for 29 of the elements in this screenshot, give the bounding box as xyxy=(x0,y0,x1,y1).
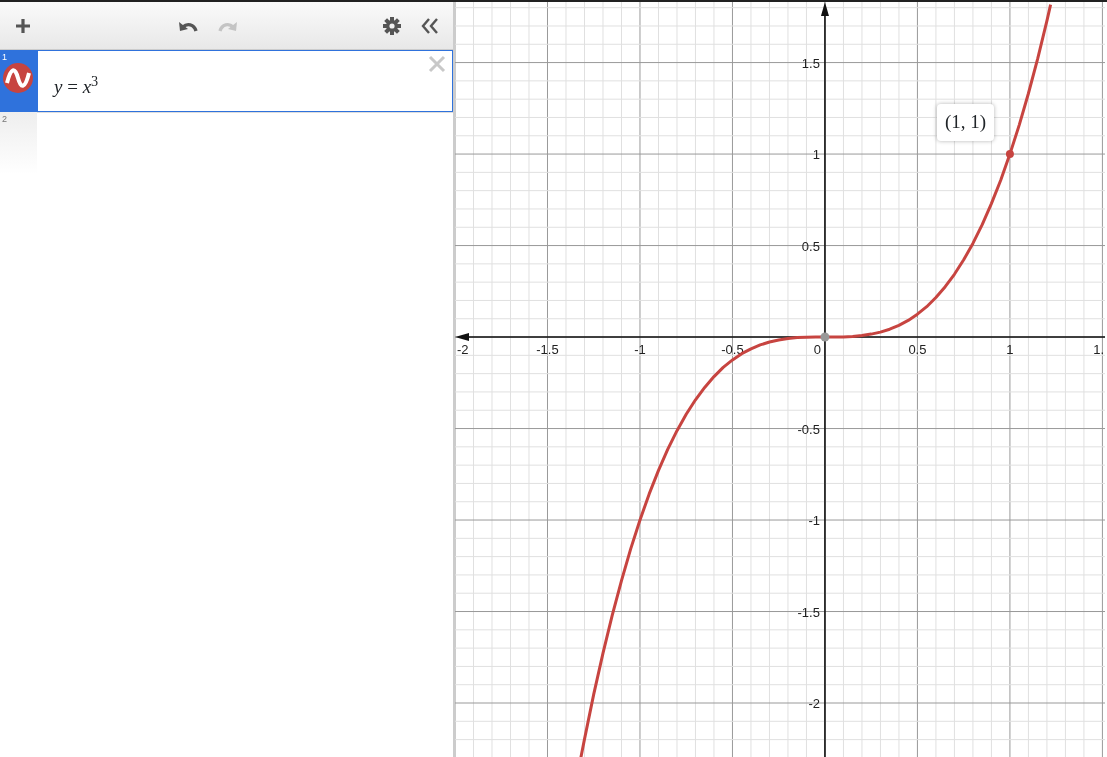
add-icon xyxy=(14,16,32,35)
tick-label: -1 xyxy=(634,342,646,358)
point-marker[interactable] xyxy=(820,332,830,342)
tick-label: 1. xyxy=(1093,342,1104,358)
tick-label: 0.5 xyxy=(801,238,820,254)
expression-field[interactable]: y = x$^{3}$ xyxy=(37,50,453,112)
tick-label: -1 xyxy=(808,513,820,528)
tick-label: 1 xyxy=(1006,342,1014,358)
tick-label: 0.5 xyxy=(908,342,927,358)
tick-label: -2 xyxy=(457,342,469,358)
point-label: (1, 1) xyxy=(936,104,995,141)
tick-label: 0 xyxy=(813,342,821,358)
curve[interactable] xyxy=(579,4,1053,757)
line-number: 2 xyxy=(2,113,7,126)
tick-label: 1 xyxy=(812,147,820,163)
point-marker[interactable] xyxy=(1005,150,1014,159)
close-icon xyxy=(428,55,446,73)
collapse-icon xyxy=(421,16,439,35)
tick-label: -1.5 xyxy=(797,604,820,620)
tick-label: -0.5 xyxy=(797,421,820,437)
formula-text: y = x$^{3}$ xyxy=(54,76,99,97)
tick-label: -2 xyxy=(808,696,820,711)
settings-icon xyxy=(383,16,401,35)
graph-color-icon[interactable] xyxy=(3,63,33,93)
tick-label: -1.5 xyxy=(536,342,559,358)
line-number: 1 xyxy=(2,51,7,64)
tick-label: 1.5 xyxy=(801,55,820,71)
settings-button[interactable] xyxy=(381,14,403,37)
expression-tab[interactable]: 1 xyxy=(0,50,37,112)
